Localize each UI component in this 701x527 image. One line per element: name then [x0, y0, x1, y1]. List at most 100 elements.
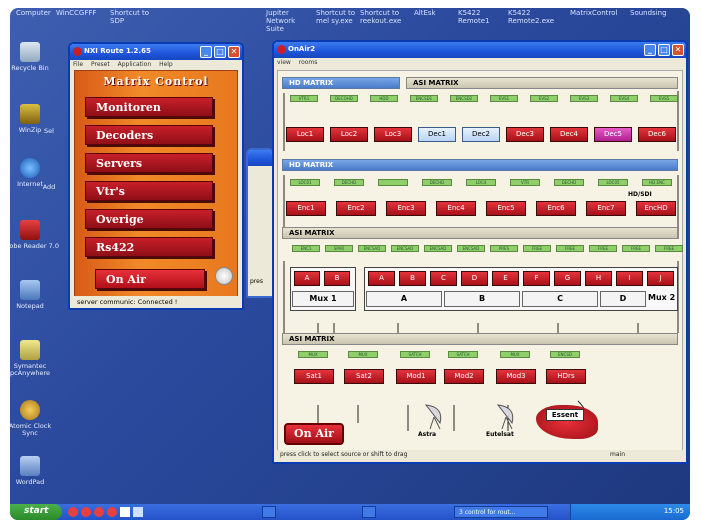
title-bar[interactable]: OnAir2 _ □ ✕	[274, 42, 686, 58]
row2-node-enc5[interactable]: Enc5	[486, 201, 526, 216]
mux2-input-g[interactable]: G	[554, 271, 581, 286]
mux2-input-j[interactable]: J	[647, 271, 674, 286]
desktop-label[interactable]: WinCCGFFF	[56, 9, 96, 17]
adobe-reader-icon[interactable]: Adobe Reader 7.0	[10, 220, 60, 250]
overige-button[interactable]: Overige	[85, 209, 213, 229]
background-window[interactable]: pres	[246, 148, 274, 298]
desktop-label[interactable]: Shortcut to SDP	[110, 9, 150, 25]
menu-file[interactable]: File	[73, 61, 83, 68]
row1-node-loc3[interactable]: Loc3	[374, 127, 412, 142]
quick-launch-icon[interactable]	[94, 507, 104, 517]
desktop-label[interactable]: MatrixControl	[570, 9, 617, 17]
taskbar-button[interactable]	[362, 506, 376, 518]
row2-node-enc1[interactable]: Enc1	[286, 201, 326, 216]
mux2-input-d[interactable]: D	[461, 271, 488, 286]
row1-node-dec4[interactable]: Dec4	[550, 127, 588, 142]
mux2-input-a[interactable]: A	[368, 271, 395, 286]
monitoren-button[interactable]: Monitoren	[85, 97, 213, 117]
row2-tag: HD ENC	[642, 179, 672, 186]
icon-label: Symantec pcAnywhere	[10, 362, 51, 377]
title-bar[interactable]: NXI Route 1.2.65 _ □ ✕	[70, 44, 242, 60]
essent-label[interactable]: Essent	[546, 409, 584, 421]
mux2-input-e[interactable]: E	[492, 271, 519, 286]
desktop-label[interactable]: Soundsing	[630, 9, 667, 17]
mux2-output-c[interactable]: C	[522, 291, 598, 307]
quick-launch-icon[interactable]	[133, 507, 143, 517]
mux1-input-a[interactable]: A	[294, 271, 320, 286]
mux2-input-h[interactable]: H	[585, 271, 612, 286]
mux2-input-b[interactable]: B	[399, 271, 426, 286]
mux1-input-b[interactable]: B	[324, 271, 350, 286]
mux2-output-a[interactable]: A	[366, 291, 442, 307]
mux2-input-i[interactable]: I	[616, 271, 643, 286]
menu-help[interactable]: Help	[159, 61, 173, 68]
matrix-control-window: NXI Route 1.2.65 _ □ ✕ File Preset Appli…	[68, 42, 244, 310]
row2-node-enchd[interactable]: EncHD	[636, 201, 676, 216]
desktop-label[interactable]: Jupiter Network Suite	[266, 9, 314, 33]
desktop-label[interactable]: K5422 Remote1	[458, 9, 498, 25]
row1-node-loc2[interactable]: Loc2	[330, 127, 368, 142]
pcanywhere-icon[interactable]: Symantec pcAnywhere	[10, 340, 60, 377]
row4-node-mod2[interactable]: Mod2	[444, 369, 484, 384]
desktop-label-partial[interactable]: Add	[34, 184, 64, 191]
start-button[interactable]: start	[10, 504, 62, 520]
mux1-label[interactable]: Mux 1	[292, 291, 354, 307]
row4-node-mod1[interactable]: Mod1	[396, 369, 436, 384]
desktop-label[interactable]: Computer	[16, 9, 51, 17]
mux2-input-f[interactable]: F	[523, 271, 550, 286]
menu-application[interactable]: Application	[118, 61, 152, 68]
quick-launch-icon[interactable]	[81, 507, 91, 517]
row2-node-enc6[interactable]: Enc6	[536, 201, 576, 216]
menu-rooms[interactable]: rooms	[299, 59, 318, 66]
quick-launch-icon[interactable]	[107, 507, 117, 517]
desktop-label[interactable]: K5422 Remote2.exe	[508, 9, 554, 25]
row1-tag: DECOHD	[330, 95, 358, 102]
notepad-icon[interactable]: Notepad	[10, 280, 60, 310]
row1-node-dec5[interactable]: Dec5	[594, 127, 632, 142]
row4-node-mod3[interactable]: Mod3	[496, 369, 536, 384]
desktop-label[interactable]: Shortcut to reekout.exe	[360, 9, 401, 25]
row4-node-sat1[interactable]: Sat1	[294, 369, 334, 384]
mux2-output-b[interactable]: B	[444, 291, 520, 307]
close-icon[interactable]: ✕	[228, 46, 240, 58]
on-air-button[interactable]: On Air	[95, 269, 205, 289]
desktop-label[interactable]: Shortcut to mel sy.exe	[316, 9, 356, 25]
mux2-output-d[interactable]: D	[600, 291, 646, 307]
menu-view[interactable]: view	[277, 59, 291, 66]
desktop-label[interactable]: AltEsk	[414, 9, 436, 17]
row1-node-dec6[interactable]: Dec6	[638, 127, 676, 142]
on-air-button[interactable]: On Air	[284, 423, 344, 445]
minimize-icon[interactable]: _	[644, 44, 656, 56]
row4-node-hdrs[interactable]: HDrs	[546, 369, 586, 384]
maximize-icon[interactable]: □	[214, 46, 226, 58]
decoders-button[interactable]: Decoders	[85, 125, 213, 145]
taskbar-button-control-routing[interactable]: 3 control for rout...	[454, 506, 548, 518]
atomic-clock-icon[interactable]: Atomic Clock Sync	[10, 400, 60, 437]
row1-node-dec1[interactable]: Dec1	[418, 127, 456, 142]
servers-button[interactable]: Servers	[85, 153, 213, 173]
wordpad-icon[interactable]: WordPad	[10, 456, 60, 486]
maximize-icon[interactable]: □	[658, 44, 670, 56]
taskbar-button[interactable]	[262, 506, 276, 518]
row1-node-dec3[interactable]: Dec3	[506, 127, 544, 142]
row2-node-enc4[interactable]: Enc4	[436, 201, 476, 216]
close-icon[interactable]: ✕	[672, 44, 684, 56]
title-bar[interactable]	[248, 150, 272, 166]
row1-node-loc1[interactable]: Loc1	[286, 127, 324, 142]
row2-node-enc3[interactable]: Enc3	[386, 201, 426, 216]
row4-node-sat2[interactable]: Sat2	[344, 369, 384, 384]
row2-node-enc2[interactable]: Enc2	[336, 201, 376, 216]
desktop-label-partial[interactable]: Sel	[34, 128, 64, 135]
row1-node-dec2[interactable]: Dec2	[462, 127, 500, 142]
quick-launch-icon[interactable]	[68, 507, 78, 517]
menu-preset[interactable]: Preset	[91, 61, 110, 68]
minimize-icon[interactable]: _	[200, 46, 212, 58]
mux2-input-c[interactable]: C	[430, 271, 457, 286]
vtrs-button[interactable]: Vtr's	[85, 181, 213, 201]
row2-node-enc7[interactable]: Enc7	[586, 201, 626, 216]
clock[interactable]: 15:05	[664, 507, 684, 515]
rs422-button[interactable]: Rs422	[85, 237, 213, 257]
row2-tag: LOC4	[466, 179, 496, 186]
quick-launch-icon[interactable]	[120, 507, 130, 517]
recycle-bin-icon[interactable]: Recycle Bin	[10, 42, 60, 72]
